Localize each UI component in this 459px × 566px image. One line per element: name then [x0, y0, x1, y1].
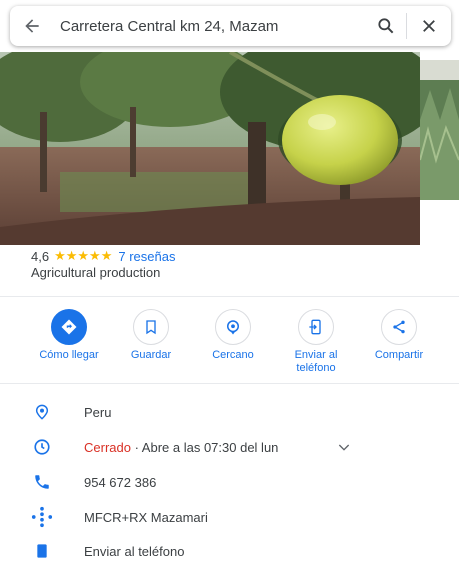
- hours-row[interactable]: Cerrado · Abre a las 07:30 del lun: [0, 432, 459, 462]
- share-label: Compartir: [374, 349, 424, 361]
- back-button[interactable]: [10, 6, 54, 46]
- save-button[interactable]: Guardar: [110, 309, 192, 362]
- send-phone-text: Enviar al teléfono: [84, 543, 185, 559]
- rating-stars: ★★★★★: [54, 248, 113, 263]
- share-button[interactable]: Compartir: [358, 309, 440, 362]
- nearby-label: Cercano: [212, 349, 254, 361]
- reviews-link[interactable]: 7 reseñas: [118, 249, 175, 264]
- close-icon: [423, 20, 435, 32]
- hours-text: Cerrado · Abre a las 07:30 del lun: [84, 440, 278, 455]
- pineapple-field-image: [420, 60, 459, 200]
- location-pin-icon: [31, 401, 53, 423]
- search-icon: [378, 18, 394, 34]
- bookmark-icon: [146, 320, 156, 335]
- divider: [0, 383, 459, 384]
- orchard-photo-image: [0, 52, 420, 245]
- share-circle: [381, 309, 417, 345]
- place-photo[interactable]: [0, 52, 420, 245]
- send-circle: [298, 309, 334, 345]
- save-circle: [133, 309, 169, 345]
- nearby-circle: [215, 309, 251, 345]
- directions-icon: [61, 319, 77, 335]
- directions-circle: [51, 309, 87, 345]
- send-to-phone-icon: [309, 319, 321, 335]
- search-button[interactable]: [366, 6, 406, 46]
- clock-icon: [31, 436, 53, 458]
- side-photo[interactable]: [420, 60, 459, 200]
- nearby-icon: [227, 320, 239, 335]
- directions-button[interactable]: Cómo llegar: [28, 309, 110, 362]
- phone-text: 954 672 386: [84, 474, 157, 490]
- nearby-button[interactable]: Cercano: [192, 309, 274, 362]
- phone-icon: [31, 471, 53, 493]
- search-bar: Carretera Central km 24, Mazam: [10, 6, 451, 46]
- chevron-down-icon[interactable]: [336, 439, 352, 460]
- address-text: Peru: [84, 404, 112, 420]
- close-button[interactable]: [407, 6, 451, 46]
- hours-status: Cerrado: [84, 439, 131, 455]
- send-phone-row[interactable]: Enviar al teléfono: [0, 536, 459, 566]
- search-input[interactable]: Carretera Central km 24, Mazam: [54, 18, 366, 35]
- rating-value: 4,6: [31, 248, 50, 264]
- send-to-phone-icon: [31, 540, 53, 562]
- save-label: Guardar: [130, 349, 172, 361]
- hours-detail: · Abre a las 07:30 del lun: [130, 439, 279, 455]
- pluscode-row[interactable]: MFCR+RX Mazamari: [0, 502, 459, 532]
- rating-row: 4,6 ★★★★★ 7 reseñas: [31, 248, 175, 264]
- send-label: Enviar al teléfono: [294, 349, 338, 374]
- divider: [0, 296, 459, 297]
- arrow-back-icon: [25, 19, 39, 33]
- phone-row[interactable]: 954 672 386: [0, 467, 459, 497]
- send-to-phone-button[interactable]: Enviar al teléfono: [275, 309, 357, 375]
- directions-label: Cómo llegar: [39, 349, 99, 361]
- action-bar: Cómo llegar Guardar Cercano Enviar al te…: [0, 309, 459, 379]
- share-icon: [393, 320, 405, 334]
- address-row[interactable]: Peru: [0, 397, 459, 427]
- pluscode-text: MFCR+RX Mazamari: [84, 509, 208, 525]
- place-category: Agricultural production: [31, 265, 161, 280]
- plus-code-icon: [31, 506, 53, 528]
